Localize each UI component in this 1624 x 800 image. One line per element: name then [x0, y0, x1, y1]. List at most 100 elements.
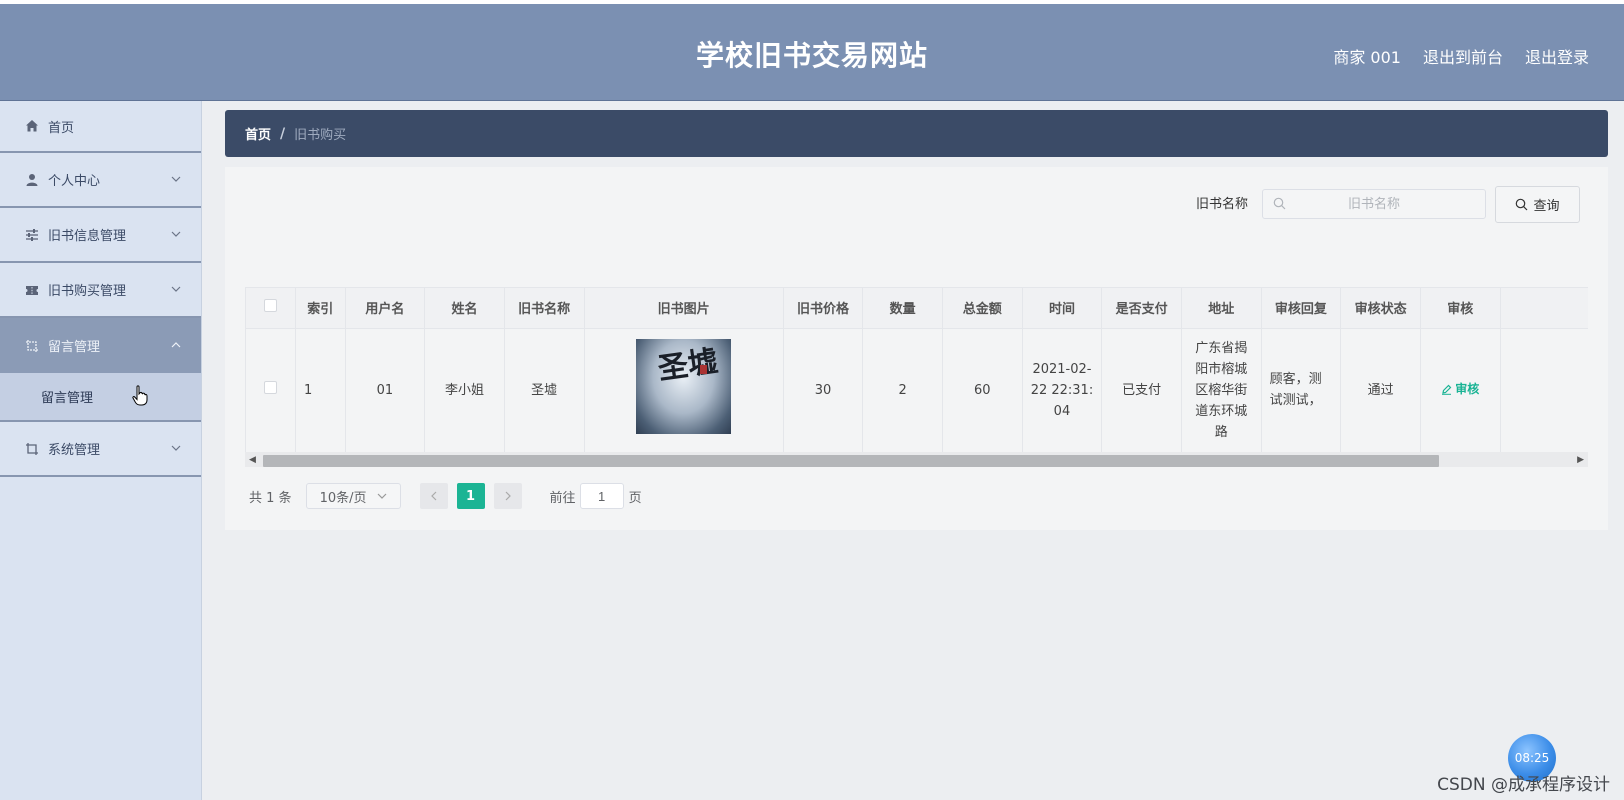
pagination-total: 共 1 条 [249, 490, 292, 506]
column-header: 审核回复 [1261, 288, 1342, 329]
chevron-down-icon [171, 445, 181, 451]
cell-index: 1 [295, 328, 346, 453]
column-header: 审核状态 [1340, 288, 1421, 329]
prev-page-button[interactable] [419, 483, 448, 509]
ticket-icon [24, 282, 40, 298]
page-size-value: 10条/页 [319, 490, 367, 506]
hand-cursor-icon [132, 385, 148, 406]
chevron-up-icon [171, 341, 181, 347]
search-label: 旧书名称 [1196, 197, 1249, 212]
sidebar-subitem-label: 留言管理 [41, 391, 94, 406]
breadcrumb-home[interactable]: 首页 [245, 124, 271, 143]
table-header-row: 索引 用户名 姓名 旧书名称 旧书图片 旧书价格 数量 总金额 时间 是否支付 … [246, 288, 1588, 329]
sidebar-item-book-info-management[interactable]: 旧书信息管理 [0, 208, 201, 263]
column-header: 用户名 [345, 288, 426, 329]
table-horizontal-scrollbar[interactable]: ◀ ▶ [245, 452, 1588, 467]
top-header: 学校旧书交易网站 商家 001 退出到前台 退出登录 [0, 4, 1624, 101]
row-select-cell [246, 328, 297, 453]
cell-price: 30 [783, 328, 864, 453]
purchase-table: 索引 用户名 姓名 旧书名称 旧书图片 旧书价格 数量 总金额 时间 是否支付 … [245, 287, 1588, 464]
breadcrumb-current: 旧书购买 [294, 128, 347, 143]
next-page-button[interactable] [493, 483, 522, 509]
crop-icon [24, 441, 40, 457]
cell-total: 60 [942, 328, 1023, 453]
merchant-user-link[interactable]: 商家 001 [1333, 44, 1401, 68]
sidebar-item-label: 留言管理 [48, 340, 101, 355]
cell-name: 李小姐 [424, 328, 505, 453]
table-row: 1 01 李小姐 圣墟 圣墟 30 2 60 2021-02-22 22:31:… [246, 328, 1588, 453]
sidebar-item-label: 首页 [48, 120, 75, 136]
chevron-down-icon [171, 231, 181, 237]
goto-label: 前往 [549, 490, 576, 506]
cell-quantity: 2 [862, 328, 943, 453]
header-links: 商家 001 退出到前台 退出登录 [1333, 44, 1589, 68]
page-number-button[interactable]: 1 [456, 483, 485, 509]
select-all-cell [246, 288, 297, 329]
chevron-left-icon [430, 491, 436, 501]
row-checkbox[interactable] [264, 380, 277, 394]
crop-icon [24, 338, 40, 354]
chevron-right-icon [505, 491, 511, 501]
edit-icon [1442, 384, 1452, 395]
sliders-icon [24, 227, 40, 243]
search-icon [1273, 197, 1286, 210]
cell-time: 2021-02-22 22:31:04 [1022, 328, 1103, 453]
column-header: 操 [1500, 288, 1588, 329]
cell-audit: 审核 [1420, 328, 1501, 453]
column-header: 旧书名称 [504, 288, 585, 329]
query-button[interactable]: 查询 [1495, 186, 1580, 223]
watermark: CSDN @成承程序设计 [1437, 775, 1610, 795]
chevron-down-icon [171, 176, 181, 182]
sidebar-item-message-management[interactable]: 留言管理 [0, 318, 201, 373]
cell-actions [1500, 328, 1588, 453]
sidebar: 首页 个人中心 旧书信息管理 旧书购买管理 留言管理 留言管理 系统管理 [0, 101, 202, 800]
column-header: 姓名 [424, 288, 505, 329]
search-input[interactable] [1262, 189, 1486, 219]
exit-to-front-link[interactable]: 退出到前台 [1423, 44, 1503, 68]
column-header: 时间 [1022, 288, 1103, 329]
user-icon [24, 172, 40, 188]
column-header: 旧书价格 [783, 288, 864, 329]
sidebar-subitem-message-management[interactable]: 留言管理 [0, 373, 201, 422]
column-header: 数量 [862, 288, 943, 329]
page-unit-label: 页 [628, 490, 642, 506]
book-cover-calligraphy: 圣墟 [655, 343, 721, 388]
book-cover-image: 圣墟 [636, 339, 732, 434]
query-button-label: 查询 [1533, 199, 1560, 214]
goto-page-input[interactable] [579, 483, 624, 509]
sidebar-item-book-purchase-management[interactable]: 旧书购买管理 [0, 263, 201, 318]
column-header: 索引 [295, 288, 346, 329]
sidebar-item-system-management[interactable]: 系统管理 [0, 422, 201, 477]
logout-link[interactable]: 退出登录 [1525, 44, 1589, 68]
sidebar-item-personal-center[interactable]: 个人中心 [0, 153, 201, 208]
sidebar-item-label: 旧书购买管理 [48, 284, 127, 299]
sidebar-item-label: 个人中心 [48, 174, 101, 189]
scroll-right-arrow-icon[interactable]: ▶ [1577, 454, 1584, 465]
chevron-down-icon [377, 493, 386, 499]
cell-reply: 顾客，测试测试， [1261, 328, 1342, 453]
column-header: 是否支付 [1101, 288, 1182, 329]
column-header: 审核 [1420, 288, 1501, 329]
content-panel: 旧书名称 查询 索引 用户名 姓名 旧书名称 旧书图片 旧书价格 [225, 167, 1608, 530]
pagination: 共 1 条 10条/页 1 前往 页 [249, 483, 642, 509]
breadcrumb: 首页 / 旧书购买 [225, 110, 1608, 157]
select-all-checkbox[interactable] [264, 299, 277, 313]
sidebar-item-label: 旧书信息管理 [48, 229, 127, 244]
cell-paid: 已支付 [1101, 328, 1182, 453]
audit-button[interactable]: 审核 [1441, 379, 1479, 400]
column-header: 旧书图片 [584, 288, 784, 329]
scroll-left-arrow-icon[interactable]: ◀ [249, 454, 256, 465]
cell-status: 通过 [1340, 328, 1421, 453]
page-size-select[interactable]: 10条/页 [305, 483, 401, 509]
home-icon [24, 118, 40, 134]
search-icon [1516, 198, 1528, 211]
chevron-down-icon [171, 286, 181, 292]
scrollbar-thumb[interactable] [263, 455, 1439, 467]
book-cover-seal [700, 365, 708, 374]
audit-button-label: 审核 [1455, 381, 1480, 396]
cell-book-image: 圣墟 [584, 328, 784, 453]
sidebar-item-label: 系统管理 [48, 443, 101, 458]
cell-username: 01 [345, 328, 426, 453]
cell-address: 广东省揭阳市榕城区榕华街道东环城路 [1181, 328, 1262, 453]
sidebar-item-home[interactable]: 首页 [0, 101, 201, 153]
